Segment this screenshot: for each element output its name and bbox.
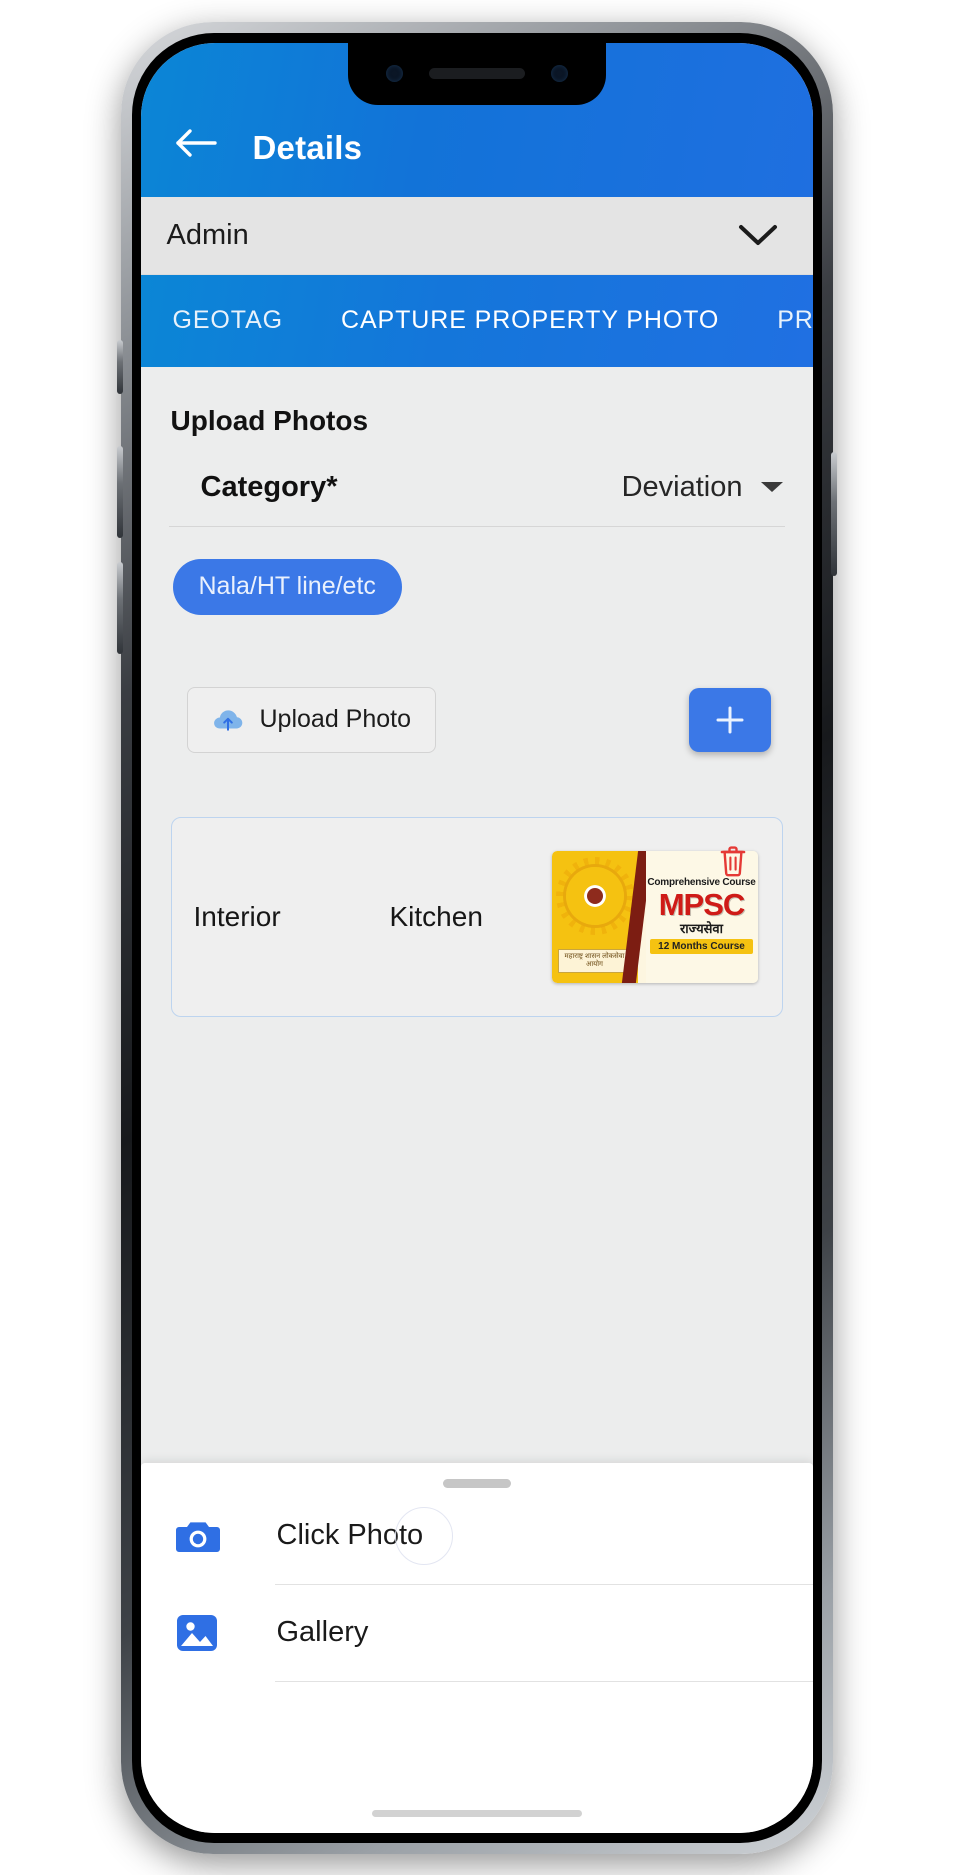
tab-preview[interactable]: PREVIEW xyxy=(777,306,812,335)
chip-label: Nala/HT line/etc xyxy=(198,572,376,600)
category-field[interactable]: Category* Deviation xyxy=(168,470,785,527)
add-photo-button[interactable] xyxy=(688,687,771,752)
sensor-icon xyxy=(550,65,568,82)
power-button[interactable] xyxy=(830,451,837,576)
upload-photo-button[interactable]: Upload Photo xyxy=(186,686,437,753)
touch-ripple xyxy=(395,1506,454,1565)
upload-photo-label: Upload Photo xyxy=(259,705,412,733)
sheet-divider-2 xyxy=(274,1680,813,1682)
plus-icon xyxy=(713,703,747,737)
section-title: Upload Photos xyxy=(170,404,369,436)
sheet-label-click-photo: Click Photo xyxy=(277,1506,454,1565)
phone-device-frame: Details Admin GEOTAG CAPTURE PROPERTY PH… xyxy=(116,21,837,1854)
image-icon xyxy=(175,1612,233,1654)
sheet-label-gallery: Gallery xyxy=(276,1616,369,1648)
phone-screen: Details Admin GEOTAG CAPTURE PROPERTY PH… xyxy=(140,42,813,1833)
main-content: Upload Photos Category* Deviation Nala/H… xyxy=(140,366,813,1177)
photo-row-col2: Kitchen xyxy=(389,900,483,932)
trash-icon[interactable] xyxy=(718,844,748,878)
earpiece-speaker xyxy=(428,68,525,79)
cloud-upload-icon xyxy=(212,708,244,732)
thumbnail-badge-text: 12 Months Course xyxy=(650,938,753,954)
spinner-selected-value: Admin xyxy=(166,218,249,251)
photo-row-col1: Interior xyxy=(193,900,281,932)
tab-geotag[interactable]: GEOTAG xyxy=(173,306,284,335)
volume-up-button[interactable] xyxy=(116,445,123,538)
category-select[interactable]: Deviation xyxy=(622,471,785,504)
sheet-item-gallery[interactable]: Gallery xyxy=(141,1585,813,1681)
emblem-ribbon-text: महाराष्ट्र शासन लोकसेवा आयोग xyxy=(557,948,632,973)
role-spinner[interactable]: Admin xyxy=(140,196,813,275)
thumbnail-title-text: MPSC xyxy=(658,887,746,923)
photo-source-bottom-sheet: Click Photo Gallery xyxy=(140,1462,813,1833)
photo-row-card[interactable]: Interior Kitchen महाराष्ट्र शासन लोकसेवा… xyxy=(170,816,783,1017)
silent-switch[interactable] xyxy=(116,339,123,394)
camera-icon xyxy=(175,1516,233,1556)
tab-bar[interactable]: GEOTAG CAPTURE PROPERTY PHOTO PREVIEW xyxy=(140,274,813,367)
tab-capture-property-photo[interactable]: CAPTURE PROPERTY PHOTO xyxy=(341,306,719,335)
sheet-item-click-photo[interactable]: Click Photo xyxy=(141,1488,813,1584)
category-label: Category* xyxy=(200,470,338,503)
thumbnail-subtitle-text: राज्यसेवा xyxy=(679,920,724,936)
category-chip-nala-ht-line[interactable]: Nala/HT line/etc xyxy=(172,558,402,615)
sun-emblem-icon xyxy=(565,866,624,925)
home-indicator xyxy=(371,1809,582,1817)
back-arrow-icon[interactable] xyxy=(169,115,225,171)
upload-actions-row: Upload Photo xyxy=(186,686,771,753)
chevron-down-icon[interactable] xyxy=(737,222,779,248)
volume-down-button[interactable] xyxy=(116,561,123,654)
front-camera-icon xyxy=(385,65,403,82)
drag-handle[interactable] xyxy=(442,1478,511,1488)
phone-bezel: Details Admin GEOTAG CAPTURE PROPERTY PH… xyxy=(131,32,822,1843)
caret-down-icon[interactable] xyxy=(759,479,785,495)
notch xyxy=(347,42,606,105)
category-selected-value: Deviation xyxy=(621,470,743,503)
screenshot-stage: Details Admin GEOTAG CAPTURE PROPERTY PH… xyxy=(0,0,953,1875)
page-title: Details xyxy=(252,128,363,166)
